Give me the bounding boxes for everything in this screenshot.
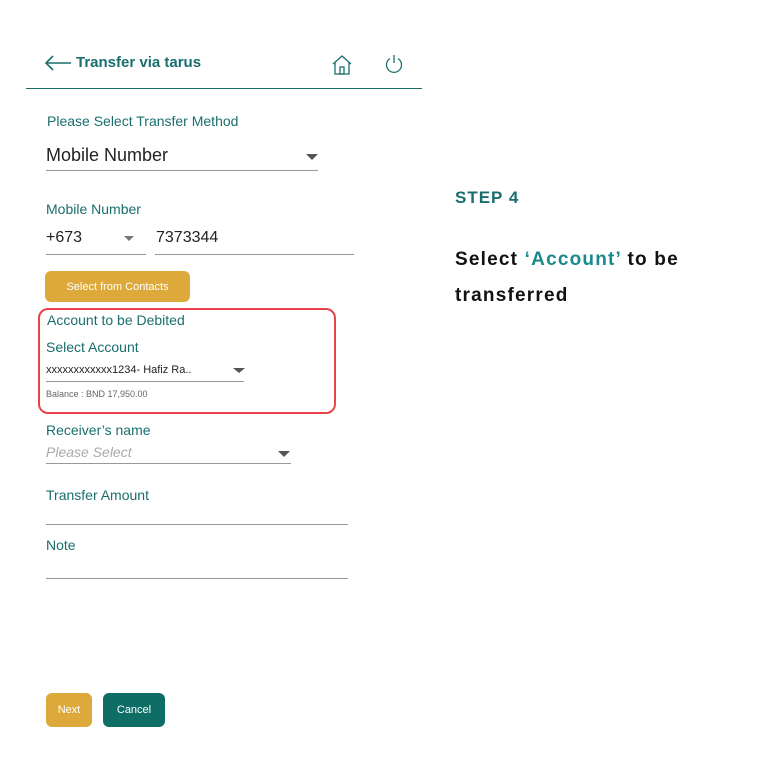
back-arrow-icon[interactable] — [44, 54, 72, 72]
mobile-number-label: Mobile Number — [46, 201, 141, 217]
step-description: Select ‘Account’ to be transferred — [455, 242, 760, 314]
account-debited-label: Account to be Debited — [47, 312, 185, 328]
note-input[interactable] — [46, 578, 348, 579]
transfer-method-select[interactable]: Mobile Number — [46, 145, 168, 166]
receiver-name-label: Receiver’s name — [46, 422, 151, 438]
account-balance: Balance : BND 17,950.00 — [46, 389, 148, 399]
next-button[interactable]: Next — [46, 693, 92, 727]
transfer-method-underline — [46, 170, 318, 171]
receiver-name-underline — [46, 463, 291, 464]
chevron-down-icon[interactable] — [306, 154, 318, 160]
header-divider — [26, 88, 422, 89]
transfer-amount-input[interactable] — [46, 524, 348, 525]
home-icon[interactable] — [331, 54, 353, 76]
account-select[interactable]: xxxxxxxxxxxx1234- Hafiz Ra.. — [46, 364, 191, 376]
select-from-contacts-button[interactable]: Select from Contacts — [45, 271, 190, 302]
power-icon[interactable] — [384, 54, 404, 74]
page: Transfer via tarus Please Select Transfe… — [0, 0, 768, 768]
note-label: Note — [46, 537, 76, 553]
transfer-method-label: Please Select Transfer Method — [47, 113, 239, 129]
cancel-button[interactable]: Cancel — [103, 693, 165, 727]
chevron-down-icon[interactable] — [124, 236, 134, 241]
account-select-underline — [46, 381, 244, 382]
step-title: STEP 4 — [455, 188, 520, 207]
chevron-down-icon[interactable] — [278, 451, 290, 457]
transfer-amount-label: Transfer Amount — [46, 487, 149, 503]
chevron-down-icon[interactable] — [233, 368, 245, 373]
mobile-number-underline — [155, 254, 354, 255]
step-description-highlight: ‘Account’ — [524, 249, 621, 270]
country-code-select[interactable]: +673 — [46, 229, 82, 247]
receiver-name-select[interactable]: Please Select — [46, 444, 132, 460]
mobile-number-input[interactable]: 7373344 — [156, 229, 218, 247]
country-code-underline — [46, 254, 146, 255]
page-title: Transfer via tarus — [76, 54, 202, 71]
select-account-label: Select Account — [46, 339, 139, 355]
step-description-start: Select — [455, 249, 525, 270]
